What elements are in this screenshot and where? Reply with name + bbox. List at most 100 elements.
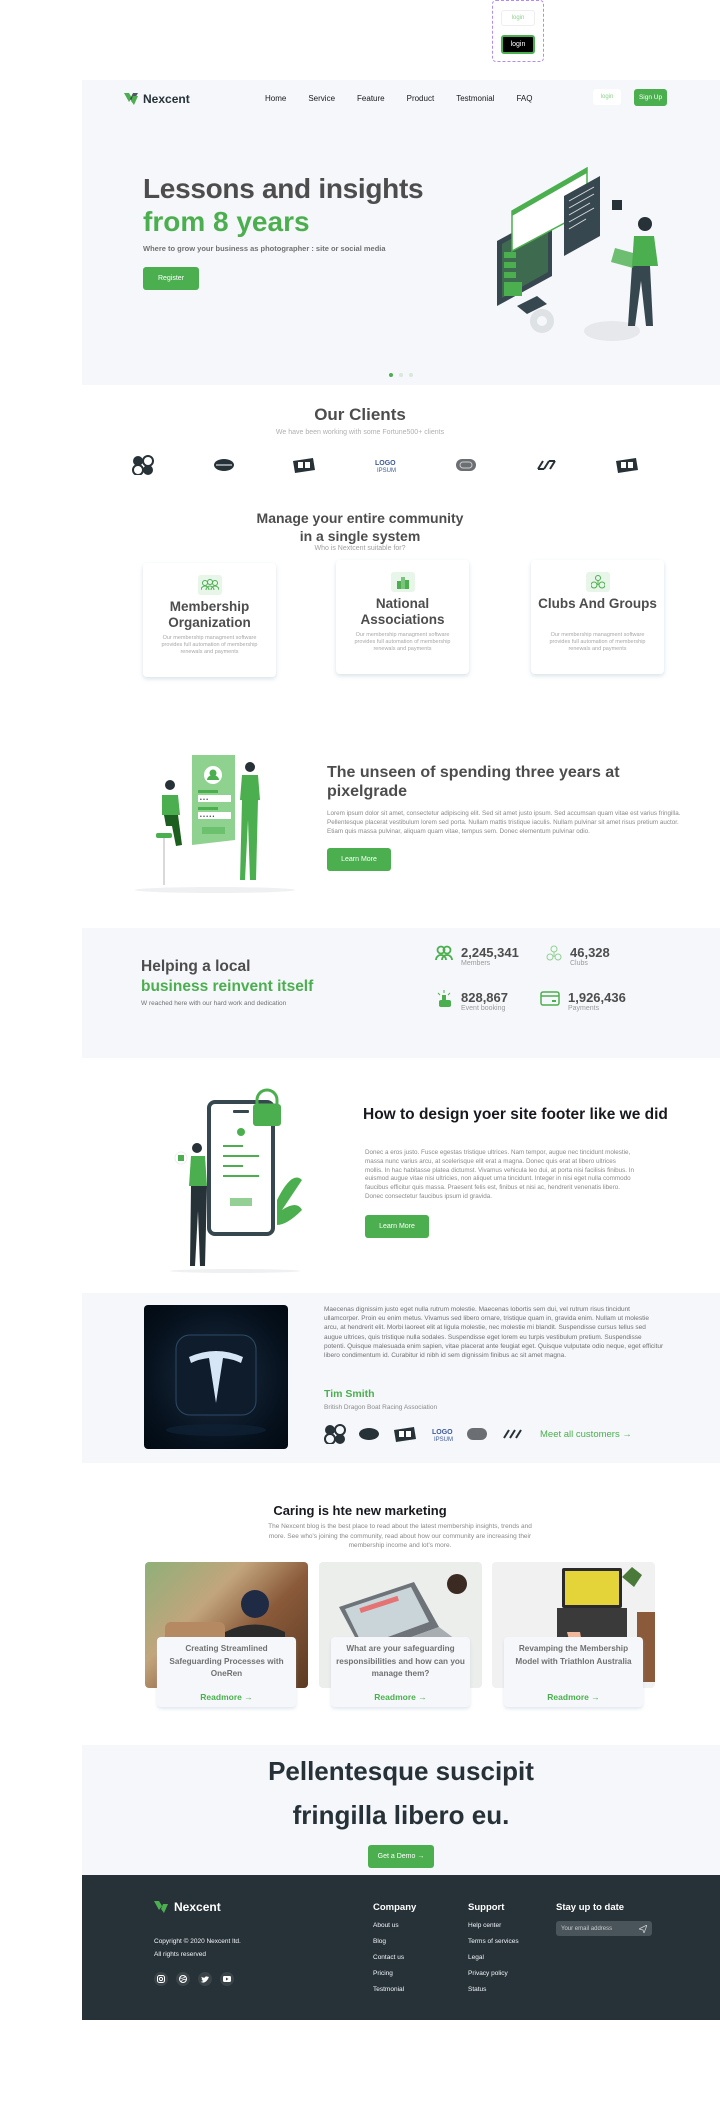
readmore-link[interactable]: Readmore → (157, 1692, 296, 1702)
nexcent-logo-icon (124, 93, 138, 105)
carousel-dot-3[interactable] (409, 373, 413, 377)
carousel-dot-2[interactable] (399, 373, 403, 377)
hero-title-line1: Lessons and insights (143, 173, 424, 204)
testimonial-name: Tim Smith (324, 1388, 375, 1400)
community-card-associations[interactable]: National Associations Our membership man… (336, 560, 469, 674)
footer-link-contact[interactable]: Contact us (373, 1954, 416, 1961)
learn-more-button-2[interactable]: Learn More (365, 1215, 429, 1238)
clients-subtitle: We have been working with some Fortune50… (275, 429, 445, 436)
blog-post-title: What are your safeguarding responsibilit… (336, 1644, 465, 1678)
footer-link-legal[interactable]: Legal (468, 1954, 519, 1961)
blog-card-1[interactable]: Creating Streamlined Safeguarding Proces… (145, 1562, 308, 1707)
stat-label: Clubs (570, 960, 588, 967)
client-logo-5 (467, 1428, 487, 1440)
members-icon (435, 945, 453, 961)
nav-feature[interactable]: Feature (357, 94, 385, 103)
footer-copyright: Copyright © 2020 Nexcent ltd. All rights… (154, 1935, 241, 1961)
testimonial-section: Maecenas dignissim justo eget nulla rutr… (82, 1293, 720, 1463)
newsletter-title: Stay up to date (556, 1902, 625, 1913)
gear-icon (530, 309, 554, 333)
footer-link-help[interactable]: Help center (468, 1922, 519, 1929)
page: login login Nexcent Home Service Feature… (0, 0, 720, 2105)
client-logo-1 (130, 455, 156, 475)
readmore-link[interactable]: Readmore → (504, 1692, 643, 1702)
get-demo-button[interactable]: Get a Demo → (368, 1845, 434, 1868)
nav-home[interactable]: Home (265, 94, 286, 103)
nav-product[interactable]: Product (407, 94, 435, 103)
carousel-dot-1[interactable] (389, 373, 393, 377)
footer-link-status[interactable]: Status (468, 1986, 519, 1993)
instagram-icon[interactable] (154, 1972, 168, 1986)
stat-clubs: 46,328 Clubs (546, 945, 610, 967)
blog-post-title: Revamping the Membership Model with Tria… (515, 1644, 632, 1666)
card-title: Clubs And Groups (538, 596, 657, 611)
footer-brand[interactable]: Nexcent (154, 1900, 221, 1914)
client-logo-1 (324, 1424, 346, 1444)
footer-brand-name: Nexcent (174, 1900, 221, 1914)
blog-card-3[interactable]: Revamping the Membership Model with Tria… (492, 1562, 655, 1707)
dribbble-icon[interactable] (176, 1972, 190, 1986)
site-footer: Nexcent Copyright © 2020 Nexcent ltd. Al… (82, 1875, 720, 2020)
testimonial-image (144, 1305, 288, 1449)
footer-link-terms[interactable]: Terms of services (468, 1938, 519, 1945)
blog-subtitle: The Nexcent blog is the best place to re… (268, 1523, 532, 1549)
client-logo-2 (211, 455, 237, 475)
stat-members: 2,245,341 Members (435, 945, 519, 967)
blog-post-title: Creating Streamlined Safeguarding Proces… (169, 1644, 284, 1678)
footer-link-about[interactable]: About us (373, 1922, 416, 1929)
client-logo-3 (291, 455, 317, 475)
send-icon[interactable] (639, 1924, 647, 1933)
twitter-icon[interactable] (198, 1972, 212, 1986)
svg-text:IPSUM: IPSUM (434, 1437, 453, 1442)
readmore-link[interactable]: Readmore → (331, 1692, 470, 1702)
community-card-membership[interactable]: Membership Organization Our membership m… (143, 563, 276, 677)
svg-text:LOGO: LOGO (375, 460, 396, 467)
payment-card-icon (540, 991, 560, 1006)
community-title-line1: Manage your entire community (256, 510, 464, 526)
footer-support: Support Help center Terms of services Le… (468, 1902, 519, 1993)
community-title: Manage your entire community in a single… (0, 509, 720, 545)
nav-faq[interactable]: FAQ (516, 94, 532, 103)
stats-title-line2: business reinvent itself (141, 978, 314, 995)
login-illustration: • • • • • • • • (135, 755, 295, 893)
stats-subtitle: W reached here with our hard work and de… (141, 1000, 287, 1007)
community-subtitle: Who is Nextcent suitable for? (314, 545, 406, 552)
brand-name: Nexcent (143, 92, 190, 106)
register-button[interactable]: Register (143, 267, 199, 290)
footer-support-title: Support (468, 1902, 505, 1913)
stats-section: Helping a local business reinvent itself… (82, 928, 720, 1058)
signup-button[interactable]: Sign Up (634, 89, 667, 106)
newsletter-email-input[interactable]: Your email address (556, 1921, 652, 1936)
learn-more-button[interactable]: Learn More (327, 848, 391, 871)
blog-card-2[interactable]: What are your safeguarding responsibilit… (319, 1562, 482, 1707)
stat-label: Event booking (461, 1005, 506, 1012)
login-button[interactable]: login (593, 89, 621, 105)
client-logo-3 (394, 1427, 416, 1442)
client-logos: LOGO IPSUM (130, 455, 640, 475)
nav-service[interactable]: Service (308, 94, 335, 103)
brand-logo[interactable]: Nexcent (124, 92, 190, 106)
community-card-clubs[interactable]: Clubs And Groups Our membership managmen… (531, 560, 664, 674)
stat-value: 46,328 (570, 945, 610, 960)
social-links (154, 1972, 234, 1986)
stat-value: 828,867 (461, 990, 508, 1005)
footer-link-testimonial[interactable]: Testmonial (373, 1986, 416, 1993)
card-desc: Our membership managment software provid… (161, 635, 258, 655)
copyright-text: Copyright © 2020 Nexcent ltd. (154, 1938, 241, 1945)
nexcent-logo-icon (154, 1901, 168, 1913)
login-button-dark[interactable]: login (501, 35, 535, 54)
footer-link-privacy[interactable]: Privacy policy (468, 1970, 519, 1977)
footer-link-blog[interactable]: Blog (373, 1938, 416, 1945)
blog-card-text: What are your safeguarding responsibilit… (331, 1637, 470, 1707)
unseen-title: The unseen of spending three years at pi… (327, 764, 620, 800)
login-button-ghost[interactable]: login (501, 10, 535, 26)
stat-value: 1,926,436 (568, 990, 626, 1005)
phone-illustration (170, 1088, 302, 1273)
youtube-icon[interactable] (220, 1972, 234, 1986)
carousel-dots (389, 373, 413, 377)
stat-event-booking: 828,867 Event booking (435, 990, 508, 1012)
footer-link-pricing[interactable]: Pricing (373, 1970, 416, 1977)
nav-testimonial[interactable]: Testmonial (456, 94, 494, 103)
hero-title-line2: from 8 years (143, 206, 310, 237)
meet-all-customers-link[interactable]: Meet all customers → (540, 1429, 632, 1440)
